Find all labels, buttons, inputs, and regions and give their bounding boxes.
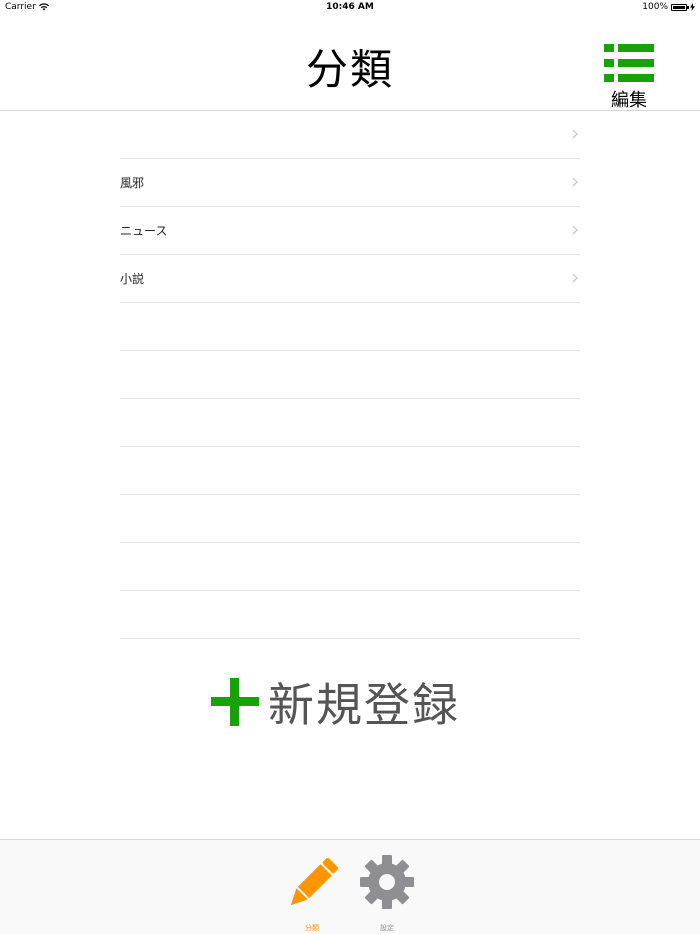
empty-row — [120, 399, 580, 447]
empty-row — [120, 543, 580, 591]
battery-percent: 100% — [642, 2, 668, 12]
chevron-right-icon — [572, 225, 578, 235]
new-registration-button[interactable]: 新規登録 — [210, 670, 460, 734]
list-icon — [604, 44, 654, 82]
table-row[interactable]: ニュース — [120, 207, 580, 255]
tab-settings[interactable]: 設定 — [355, 852, 419, 932]
row-label: 小説 — [120, 272, 145, 286]
page-title: 分類 — [305, 45, 394, 94]
row-label: ニュース — [120, 224, 168, 238]
empty-row — [120, 495, 580, 543]
new-registration-label: 新規登録 — [268, 678, 460, 732]
pencil-icon — [290, 857, 339, 906]
table-row[interactable]: 小説 — [120, 255, 580, 303]
charging-icon — [690, 3, 695, 11]
tab-categories[interactable]: 分類 — [280, 852, 344, 932]
row-label: 風邪 — [120, 176, 145, 190]
battery-icon — [671, 3, 689, 11]
status-right: 100% — [642, 2, 695, 12]
tab-bar: 分類 設定 — [0, 839, 700, 934]
plus-icon — [211, 678, 259, 726]
chevron-right-icon — [572, 129, 578, 139]
category-table: 風邪 ニュース 小説 — [120, 111, 580, 639]
empty-row — [120, 351, 580, 399]
tab-label: 設定 — [380, 924, 394, 932]
edit-label: 編集 — [611, 90, 647, 111]
status-bar: Carrier 10:46 AM 100% — [0, 0, 700, 14]
gear-icon — [360, 855, 414, 909]
navigation-bar: 分類 編集 — [0, 14, 700, 111]
status-time: 10:46 AM — [326, 2, 374, 12]
table-row[interactable]: 風邪 — [120, 159, 580, 207]
empty-row — [120, 303, 580, 351]
tab-label: 分類 — [305, 924, 319, 932]
chevron-right-icon — [572, 177, 578, 187]
chevron-right-icon — [572, 273, 578, 283]
empty-row — [120, 591, 580, 639]
battery-fill — [673, 5, 685, 9]
empty-row — [120, 447, 580, 495]
edit-button[interactable]: 編集 — [604, 44, 654, 112]
table-row[interactable] — [120, 111, 580, 159]
